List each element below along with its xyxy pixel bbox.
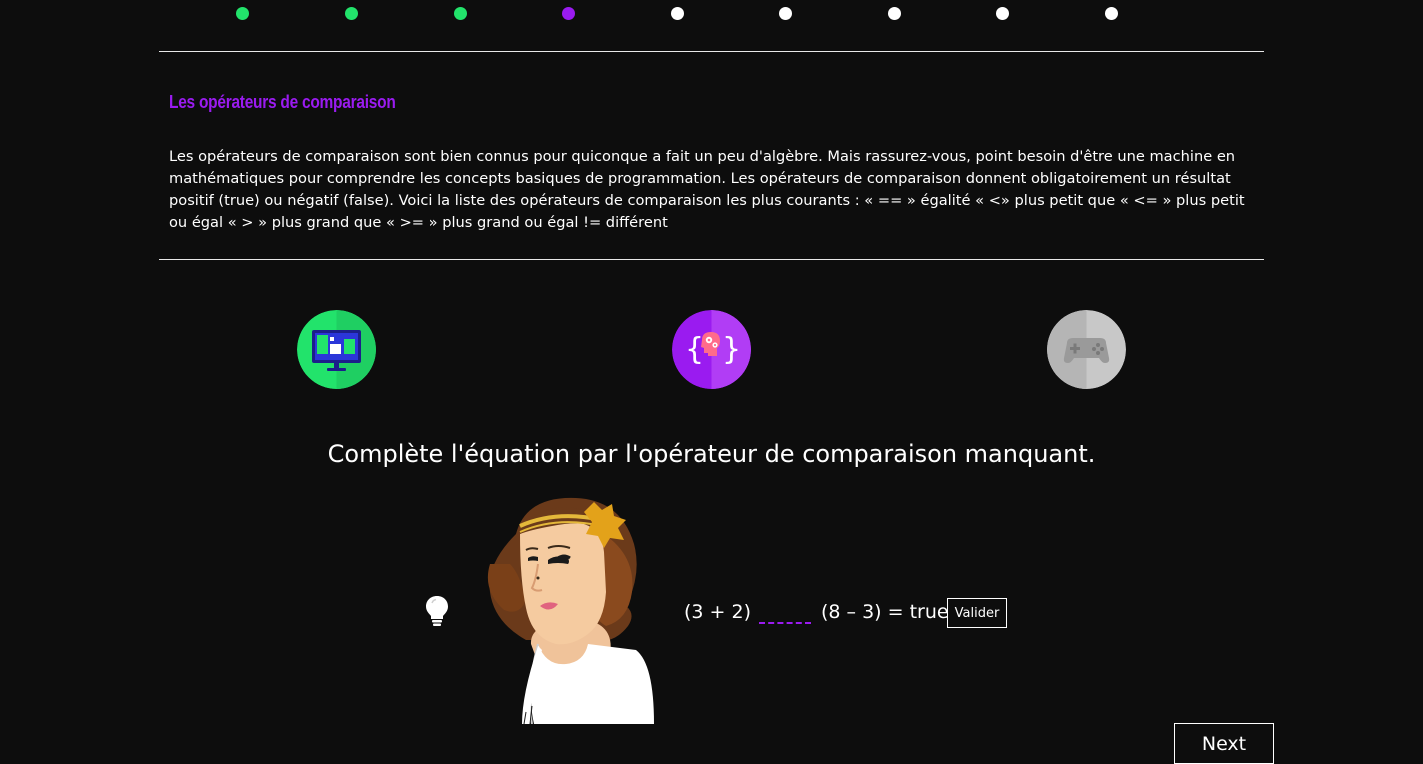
progress-steps — [0, 0, 1423, 30]
equation: (3 + 2) (8 – 3) = true; — [684, 598, 955, 626]
svg-text:{: { — [685, 332, 704, 367]
lesson-title: Les opérateurs de comparaison — [169, 92, 396, 112]
bottom-divider — [159, 259, 1264, 260]
game-controller-icon — [1047, 310, 1126, 389]
progress-step-9[interactable] — [1105, 7, 1118, 20]
code-brain-icon: { } — [672, 310, 751, 389]
validate-button[interactable]: Valider — [947, 598, 1007, 628]
equation-left-operand: (3 + 2) — [684, 601, 752, 623]
progress-step-3[interactable] — [454, 7, 467, 20]
progress-step-8[interactable] — [996, 7, 1009, 20]
progress-step-6[interactable] — [779, 7, 792, 20]
lesson-body: Les opérateurs de comparaison sont bien … — [169, 148, 1245, 231]
progress-step-7[interactable] — [888, 7, 901, 20]
woman-with-headband-avatar — [487, 497, 654, 725]
progress-step-1[interactable] — [236, 7, 249, 20]
equation-right-operand: (8 – 3) = true; — [821, 601, 955, 623]
next-button[interactable]: Next — [1174, 723, 1274, 764]
badge-code[interactable]: { } — [672, 310, 751, 389]
exercise-question: Complète l'équation par l'opérateur de c… — [327, 440, 1096, 468]
hint-button[interactable] — [424, 594, 450, 628]
badge-game[interactable] — [1047, 310, 1126, 389]
progress-step-4[interactable] — [562, 7, 575, 20]
computer-screen-icon — [297, 310, 376, 389]
badge-computer[interactable] — [297, 310, 376, 389]
operator-answer-input[interactable] — [759, 600, 812, 624]
lightbulb-icon — [426, 596, 448, 626]
top-divider — [159, 51, 1264, 52]
character-avatar — [486, 494, 662, 725]
progress-step-2[interactable] — [345, 7, 358, 20]
progress-step-5[interactable] — [671, 7, 684, 20]
svg-text:}: } — [722, 332, 741, 367]
